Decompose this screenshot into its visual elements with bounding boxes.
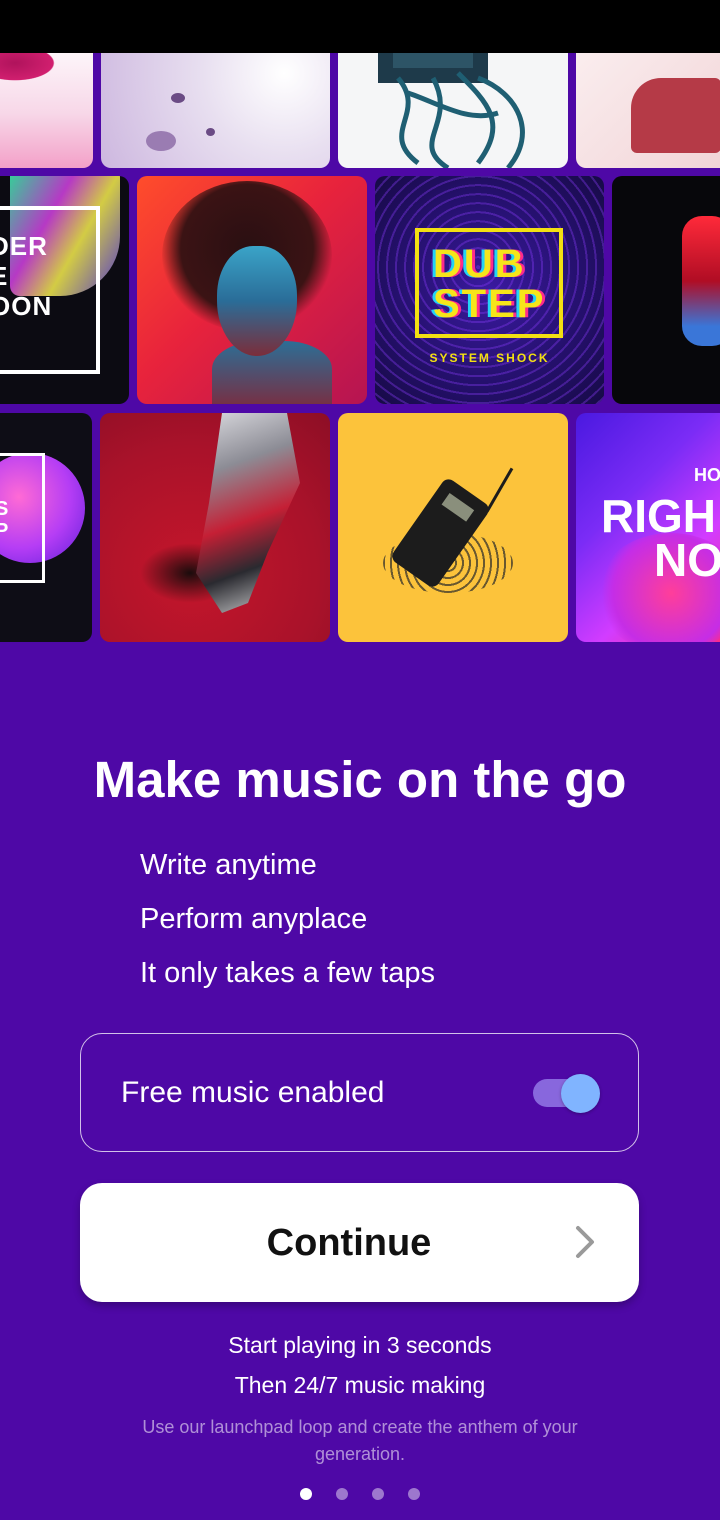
subtitle-secondary: Then 24/7 music making [234, 1372, 486, 1398]
album-cover: S P [0, 413, 92, 642]
free-music-toggle-card[interactable]: Free music enabled [80, 1033, 639, 1152]
album-cover: DUB STEP SYSTEM SHOCK [375, 176, 604, 404]
album-art-grid: DER E OON DUB STEP SYSTEM SHOCK S P HO R… [0, 53, 720, 653]
album-cover-text: DER E OON [0, 231, 53, 321]
page-dot[interactable] [372, 1488, 384, 1500]
feature-item: Write anytime [140, 849, 317, 881]
album-cover [137, 176, 367, 404]
free-music-label: Free music enabled [121, 1076, 385, 1109]
free-music-switch[interactable] [533, 1074, 601, 1113]
album-cover-text: RIGH [601, 490, 716, 542]
feature-item: Perform anyplace [140, 903, 368, 935]
album-cover-text: NO [654, 534, 720, 586]
page-dot[interactable] [300, 1488, 312, 1500]
album-cover-text: DUB STEP [433, 242, 546, 326]
album-cover [0, 53, 93, 168]
album-cover [338, 53, 568, 168]
onboarding-title: Make music on the go [93, 751, 627, 808]
continue-label: Continue [266, 1222, 432, 1264]
status-bar [0, 0, 720, 53]
subtitle-primary: Start playing in 3 seconds [228, 1332, 492, 1358]
switch-thumb [561, 1074, 600, 1113]
album-cover-text: HO [694, 465, 720, 485]
feature-list: Write anytime Perform anyplace It only t… [140, 838, 435, 1000]
album-cover-text: S P [0, 498, 9, 542]
page-dot[interactable] [408, 1488, 420, 1500]
album-cover [101, 53, 330, 168]
album-cover: HO RIGH NO [576, 413, 720, 642]
fine-print: Use our launchpad loop and create the an… [142, 1417, 578, 1464]
page-indicator [300, 1488, 430, 1500]
album-cover [612, 176, 720, 404]
album-cover: DER E OON [0, 176, 129, 404]
album-cover [100, 413, 330, 642]
album-cover-subtext: SYSTEM SHOCK [429, 351, 550, 365]
page-dot[interactable] [336, 1488, 348, 1500]
album-cover [576, 53, 720, 168]
continue-button[interactable]: Continue [80, 1183, 639, 1302]
chevron-right-icon [574, 1225, 596, 1259]
feature-item: It only takes a few taps [140, 957, 435, 989]
album-cover [338, 413, 568, 642]
